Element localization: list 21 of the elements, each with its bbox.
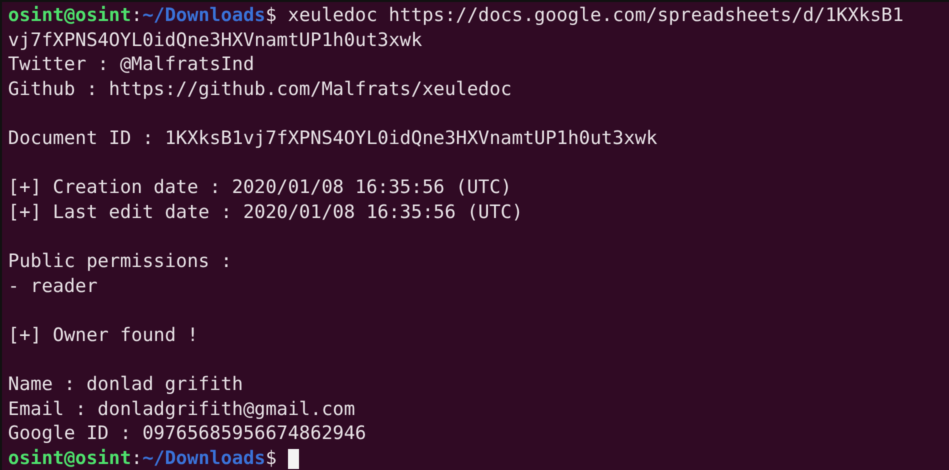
output-line: [+] Owner found ! <box>8 324 198 348</box>
prompt-user: osint@osint <box>8 446 132 470</box>
output-line: [+] Creation date : 2020/01/08 16:35:56 (UTC) <box>8 176 512 200</box>
prompt-path: ~/Downloads <box>142 4 266 28</box>
output-line: Github : https://github.com/Malfrats/xeuledoc <box>8 78 512 102</box>
command-text: xeuledoc https://docs.google.com/spreadsheets/d/1KXksB1 <box>286 4 904 28</box>
output-line: Public permissions : <box>8 250 232 274</box>
output-line: Google ID : 09765685956674862946 <box>8 422 366 446</box>
output-line: Name : donlad grifith <box>8 372 244 397</box>
output-line: Twitter : @MalfratsInd <box>8 53 254 78</box>
output-line: Email : donladgrifith@gmail.com <box>8 398 356 422</box>
prompt-symbol: $ <box>265 446 277 470</box>
prompt-user: osint@osint <box>8 4 132 28</box>
output-line: Document ID : 1KXksB1vj7fXPNS4OYL0idQne3HXVnamtUP1h0ut3xwk <box>8 126 658 151</box>
prompt-separator: : <box>131 446 142 470</box>
prompt-path: ~/Downloads <box>142 446 266 470</box>
output-line: - reader <box>8 274 98 299</box>
prompt-separator: : <box>131 4 142 28</box>
output-line: vj7fXPNS4OYL0idQne3HXVnamtUP1h0ut3xwk <box>8 28 422 53</box>
prompt-symbol: $ <box>265 4 277 28</box>
output-line: [+] Last edit date : 2020/01/08 16:35:56 (UTC) <box>8 200 523 225</box>
